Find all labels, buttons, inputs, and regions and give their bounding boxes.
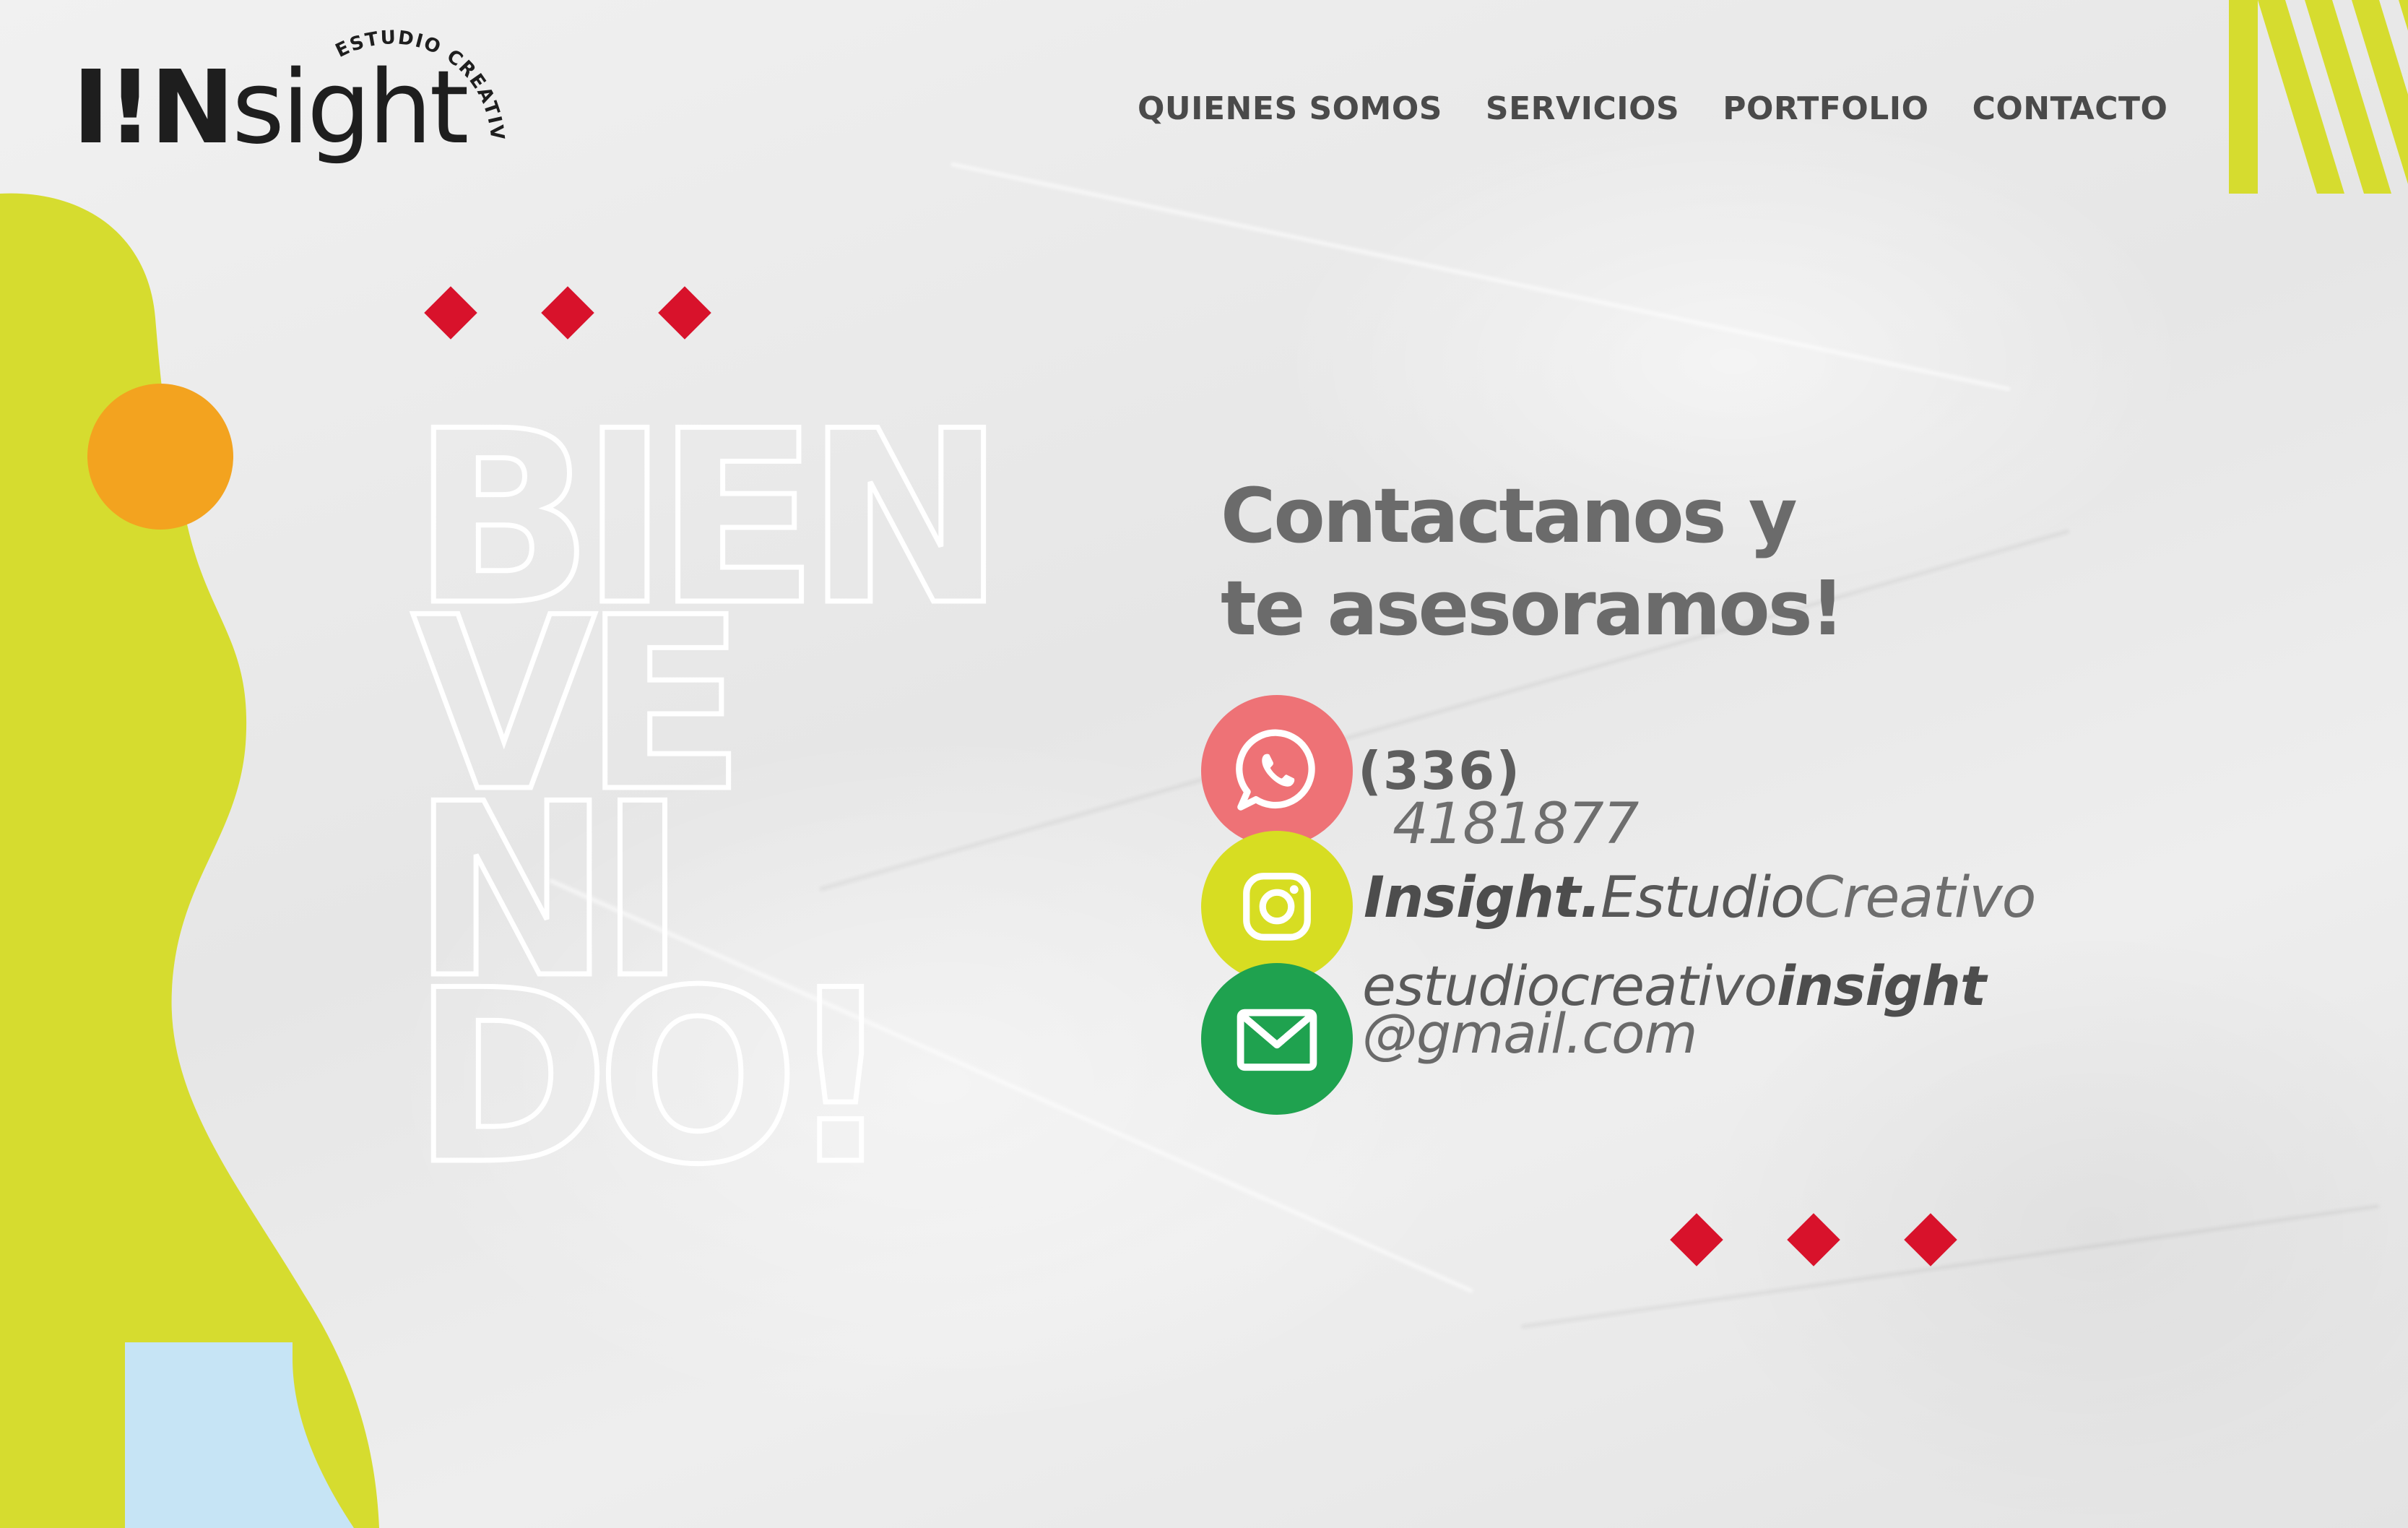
- decorative-blob: [0, 193, 379, 1528]
- red-diamond: [1670, 1213, 1723, 1266]
- whatsapp-button[interactable]: [1201, 695, 1353, 847]
- red-diamond: [424, 286, 477, 340]
- red-diamonds-top: [424, 286, 711, 340]
- envelope-icon: [1237, 1009, 1317, 1071]
- red-diamond: [1904, 1213, 1957, 1266]
- whatsapp-icon: [1236, 729, 1315, 811]
- nav-contacto[interactable]: CONTACTO: [1972, 90, 2168, 127]
- nav-portfolio[interactable]: PORTFOLIO: [1723, 90, 1928, 127]
- welcome-line-4: DO!: [412, 939, 882, 1217]
- contact-headline: Contactanos y te asesoramos!: [1221, 470, 1871, 655]
- headline-line-1: Contactanos y: [1221, 472, 1798, 560]
- red-diamond: [1787, 1213, 1840, 1266]
- red-diamond: [541, 286, 594, 340]
- red-diamond: [658, 286, 711, 340]
- orange-circle: [87, 384, 233, 530]
- nav-quienes-somos[interactable]: QUIENES SOMOS: [1138, 90, 1442, 127]
- email-button[interactable]: [1201, 963, 1353, 1115]
- insight-logo[interactable]: I!Nsight ESTUDIO CREATIVO: [72, 12, 507, 173]
- nav-servicios[interactable]: SERVICIOS: [1486, 90, 1679, 127]
- email-domain[interactable]: @gmail.com: [1362, 1001, 1698, 1066]
- instagram-handle[interactable]: Insight.EstudioCreativo: [1364, 866, 2036, 931]
- headline-line-2: te asesoramos!: [1221, 564, 1845, 652]
- phone-number[interactable]: 4181877: [1393, 792, 1639, 857]
- decorative-stripes: [2229, 0, 2408, 194]
- instagram-button[interactable]: [1201, 831, 1353, 983]
- red-diamonds-bottom: [1670, 1213, 1957, 1266]
- welcome-outline-text: BIEN VE NI DO!: [410, 378, 1008, 1220]
- main-navigation: QUIENES SOMOS SERVICIOS PORTFOLIO CONTAC…: [1138, 90, 2167, 127]
- svg-text:ESTUDIO CREATIVO: ESTUDIO CREATIVO: [309, 12, 508, 142]
- logo-tagline-arc: ESTUDIO CREATIVO: [309, 12, 507, 142]
- instagram-icon: [1243, 873, 1311, 941]
